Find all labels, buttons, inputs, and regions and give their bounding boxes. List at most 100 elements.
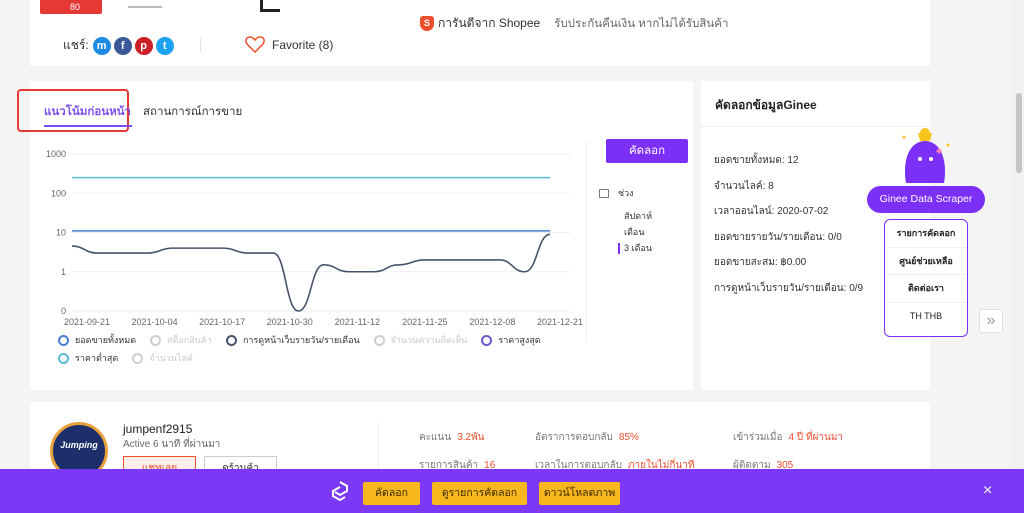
legend-item[interactable]: ยอดขายทั้งหมด	[58, 333, 136, 347]
ginee-card-title: คัดลอกข้อมูลGinee	[715, 98, 817, 112]
menu-contact-us[interactable]: ติดต่อเรา	[885, 275, 967, 303]
legend-circle-icon	[58, 334, 69, 346]
y-tick-label: 100	[51, 188, 66, 198]
shopee-guarantee[interactable]: S การันตีจาก Shopee รับประกันคืนเงิน หาก…	[420, 14, 728, 33]
x-tick-label: 2021-10-17	[199, 317, 245, 327]
pinterest-icon[interactable]: p	[134, 36, 153, 55]
x-tick-label: 2021-11-25	[402, 317, 447, 327]
legend-circle-icon	[132, 352, 144, 364]
facebook-icon[interactable]: f	[113, 36, 132, 55]
ginee-logo-icon	[332, 481, 348, 501]
scraper-menu: รายการคัดลอก ศูนย์ช่วยเหลือ ติดต่อเรา TH…	[884, 219, 968, 337]
shop-stat-response-rate: อัตราการตอบกลับ 85%	[535, 430, 639, 445]
legend-circle-icon	[481, 334, 493, 346]
menu-copy-list[interactable]: รายการคัดลอก	[885, 220, 967, 248]
x-tick-label: 2021-12-21	[537, 317, 583, 327]
trend-chart-card: แนวโน้มก่อนหน้า สถานการณ์การขาย 1000 100 1…	[17, 81, 693, 390]
x-tick-label: 2021-09-21	[64, 317, 110, 327]
copy-chart-button[interactable]: คัดลอก	[606, 139, 688, 163]
favorite-button[interactable]: Favorite (8)	[245, 36, 333, 53]
legend-item[interactable]: การดูหน้าเว็บรายวัน/รายเดือน	[225, 333, 360, 347]
divider	[586, 141, 587, 341]
y-tick-label: 1000	[46, 149, 66, 159]
legend-item[interactable]: สต็อกสินค้า	[150, 333, 212, 347]
legend-item[interactable]: จำนวนไลค์	[132, 351, 193, 365]
stat-page-views: การดูหน้าเว็บรายวัน/รายเดือน: 0/9	[714, 282, 864, 294]
legend-item[interactable]: จำนวนความคิดเห็น	[373, 333, 468, 347]
legend-circle-icon	[150, 334, 162, 346]
legend-label: สต็อกสินค้า	[167, 335, 212, 345]
stat-value: 3.2พัน	[457, 432, 485, 443]
shop-active-status: Active 6 นาที ที่ผ่านมา	[123, 439, 221, 450]
chart-legend: ยอดขายทั้งหมด สต็อกสินค้า การดูหน้าเว็บราย…	[58, 331, 598, 367]
y-tick-label: 1	[61, 267, 66, 277]
x-tick-label: 2021-11-12	[335, 317, 380, 327]
legend-label: ราคาสูงสุด	[498, 335, 541, 345]
legend-row: ยอดขายทั้งหมด สต็อกสินค้า การดูหน้าเว็บราย…	[58, 331, 598, 349]
scrollbar-thumb[interactable]	[1016, 93, 1022, 173]
product-thumbnail[interactable]: 80	[40, 0, 102, 14]
legend-circle-icon	[58, 352, 69, 364]
shop-info-card: Jumping jumpenf2915 Active 6 นาที ที่ผ่า…	[30, 402, 930, 482]
stat-daily-monthly-sales: ยอดขายรายวัน/รายเดือน: 0/0	[714, 231, 842, 243]
divider	[200, 38, 201, 52]
stat-label: เข้าร่วมเมื่อ	[733, 432, 783, 443]
calendar-icon	[599, 188, 609, 198]
shopee-shield-icon: S	[420, 16, 434, 31]
product-thumbnail-secondary[interactable]	[128, 0, 162, 8]
trend-line-chart: 100010010102021-09-21 2021-10-04 2021-10-1…	[46, 149, 583, 327]
collapse-panel-button[interactable]: »	[979, 309, 1003, 333]
series-line	[71, 233, 551, 312]
ginee-stats-list: ยอดขายทั้งหมด: 12 จำนวนไลค์: 8 เวลาออนไล…	[714, 153, 863, 306]
chart-tabs: แนวโน้มก่อนหน้า สถานการณ์การขาย	[17, 81, 693, 137]
legend-label: การดูหน้าเว็บรายวัน/รายเดือน	[242, 335, 360, 345]
view-copy-list-button[interactable]: ดูรายการคัดลอก	[432, 482, 527, 505]
period-selector: ช่วง สัปดาห์ เดือน 3 เดือน	[599, 186, 652, 256]
stat-online-time: เวลาออนไลน์: 2020-07-02	[714, 206, 829, 217]
shop-stat-rating: คะแนน 3.2พัน	[419, 430, 485, 445]
legend-item[interactable]: ราคาสูงสุด	[481, 333, 541, 347]
x-tick-label: 2021-10-30	[267, 317, 313, 327]
ginee-mascot-icon[interactable]	[898, 127, 954, 189]
ginee-bottom-bar: คัดลอก ดูรายการคัดลอก ดาวน์โหลดภาพ ×	[0, 469, 1024, 513]
legend-circle-icon	[225, 334, 237, 346]
stat-value: 85%	[618, 432, 639, 443]
close-icon[interactable]: ×	[983, 482, 992, 500]
product-image-fragment	[260, 0, 280, 12]
shop-name[interactable]: jumpenf2915	[123, 422, 192, 436]
twitter-icon[interactable]: t	[155, 36, 174, 55]
double-chevron-right-icon: »	[986, 312, 996, 329]
tab-trend[interactable]: แนวโน้มก่อนหน้า	[44, 103, 131, 121]
tab-active-underline	[44, 125, 132, 127]
x-tick-label: 2021-12-08	[469, 317, 515, 327]
menu-language-currency[interactable]: TH THB	[885, 303, 967, 331]
y-tick-label: 10	[56, 228, 66, 238]
ginee-data-scraper-button[interactable]: Ginee Data Scraper	[867, 186, 985, 213]
legend-label: ราคาต่ำสุด	[75, 353, 119, 363]
period-option-3-months[interactable]: 3 เดือน	[599, 240, 652, 256]
period-label: ช่วง	[618, 188, 634, 198]
guarantee-title: การันตีจาก Shopee	[438, 16, 541, 30]
share-label: แชร์:	[63, 38, 89, 52]
guarantee-description: รับประกันคืนเงิน หากไม่ได้รับสินค้า	[554, 17, 729, 30]
period-option-month[interactable]: เดือน	[599, 224, 652, 240]
ginee-scraper-widget: Ginee Data Scraper รายการคัดลอก ศูนย์ช่ว…	[866, 127, 986, 337]
stat-label: อัตราการตอบกลับ	[535, 432, 613, 443]
page-scrollbar[interactable]	[1013, 0, 1024, 469]
tab-sales-status[interactable]: สถานการณ์การขาย	[143, 103, 242, 121]
legend-circle-icon	[373, 334, 385, 346]
share-bar: แชร์: m f p t	[63, 36, 177, 55]
messenger-icon[interactable]: m	[92, 36, 111, 55]
heart-icon	[245, 36, 265, 53]
legend-label: จำนวนความคิดเห็น	[390, 335, 468, 345]
bottom-copy-button[interactable]: คัดลอก	[363, 482, 420, 505]
menu-help-center[interactable]: ศูนย์ช่วยเหลือ	[885, 248, 967, 275]
download-images-button[interactable]: ดาวน์โหลดภาพ	[539, 482, 620, 505]
legend-label: จำนวนไลค์	[149, 353, 193, 363]
legend-item[interactable]: ราคาต่ำสุด	[58, 351, 118, 365]
y-tick-label: 0	[61, 306, 66, 316]
stat-cumulative-sales: ยอดขายสะสม: ฿0.00	[714, 257, 807, 268]
stat-label: คะแนน	[419, 432, 452, 443]
period-option-week[interactable]: สัปดาห์	[599, 208, 652, 224]
stat-likes: จำนวนไลค์: 8	[714, 180, 774, 192]
